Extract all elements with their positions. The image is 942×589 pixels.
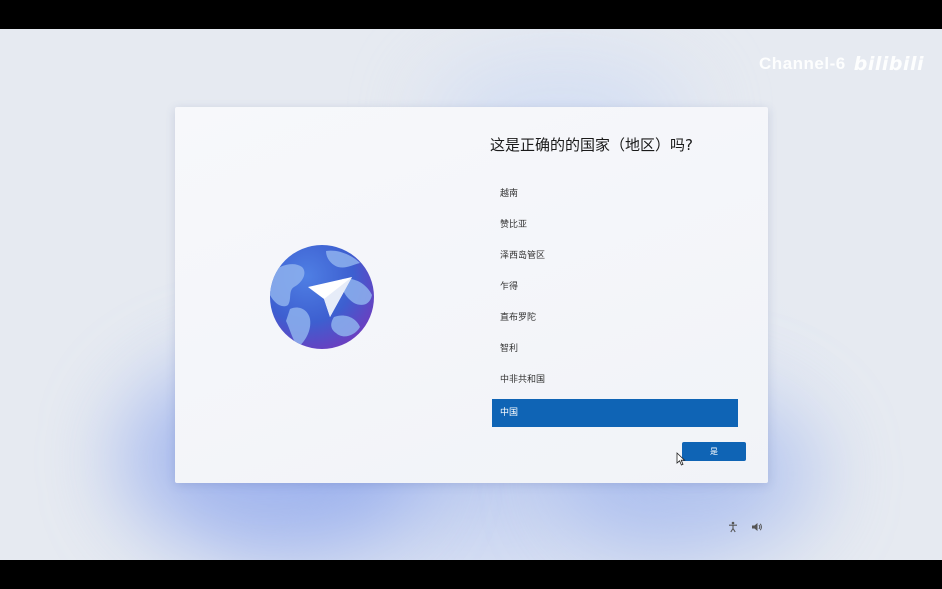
watermark-channel: Channel-6 [759, 54, 846, 73]
region-setup-dialog: 这是正确的的国家（地区）吗? 越南 赞比亚 泽西岛管区 乍得 直布罗陀 智利 中… [175, 107, 768, 483]
mouse-cursor-icon [676, 452, 686, 466]
region-option[interactable]: 中非共和国 [492, 365, 738, 396]
region-option[interactable]: 赞比亚 [492, 210, 738, 241]
video-watermark: Channel-6 bilibili [759, 53, 924, 75]
region-option[interactable]: 乍得 [492, 272, 738, 303]
system-tray [727, 518, 763, 533]
page-title: 这是正确的的国家（地区）吗? [490, 136, 693, 154]
oobe-screen: Channel-6 bilibili 这是正确的的国家（地区）吗? 越南 赞比亚… [0, 29, 942, 560]
globe-illustration [268, 243, 376, 351]
region-list: 越南 赞比亚 泽西岛管区 乍得 直布罗陀 智利 中非共和国 中国 [492, 179, 738, 427]
accessibility-icon[interactable] [727, 518, 739, 533]
volume-icon[interactable] [751, 518, 763, 531]
region-option[interactable]: 越南 [492, 179, 738, 210]
region-option[interactable]: 泽西岛管区 [492, 241, 738, 272]
region-option-selected[interactable]: 中国 [492, 399, 738, 427]
watermark-brand-logo: bilibili [853, 53, 924, 75]
region-option[interactable]: 直布罗陀 [492, 303, 738, 334]
region-option[interactable]: 智利 [492, 334, 738, 365]
yes-button[interactable]: 是 [682, 442, 746, 461]
